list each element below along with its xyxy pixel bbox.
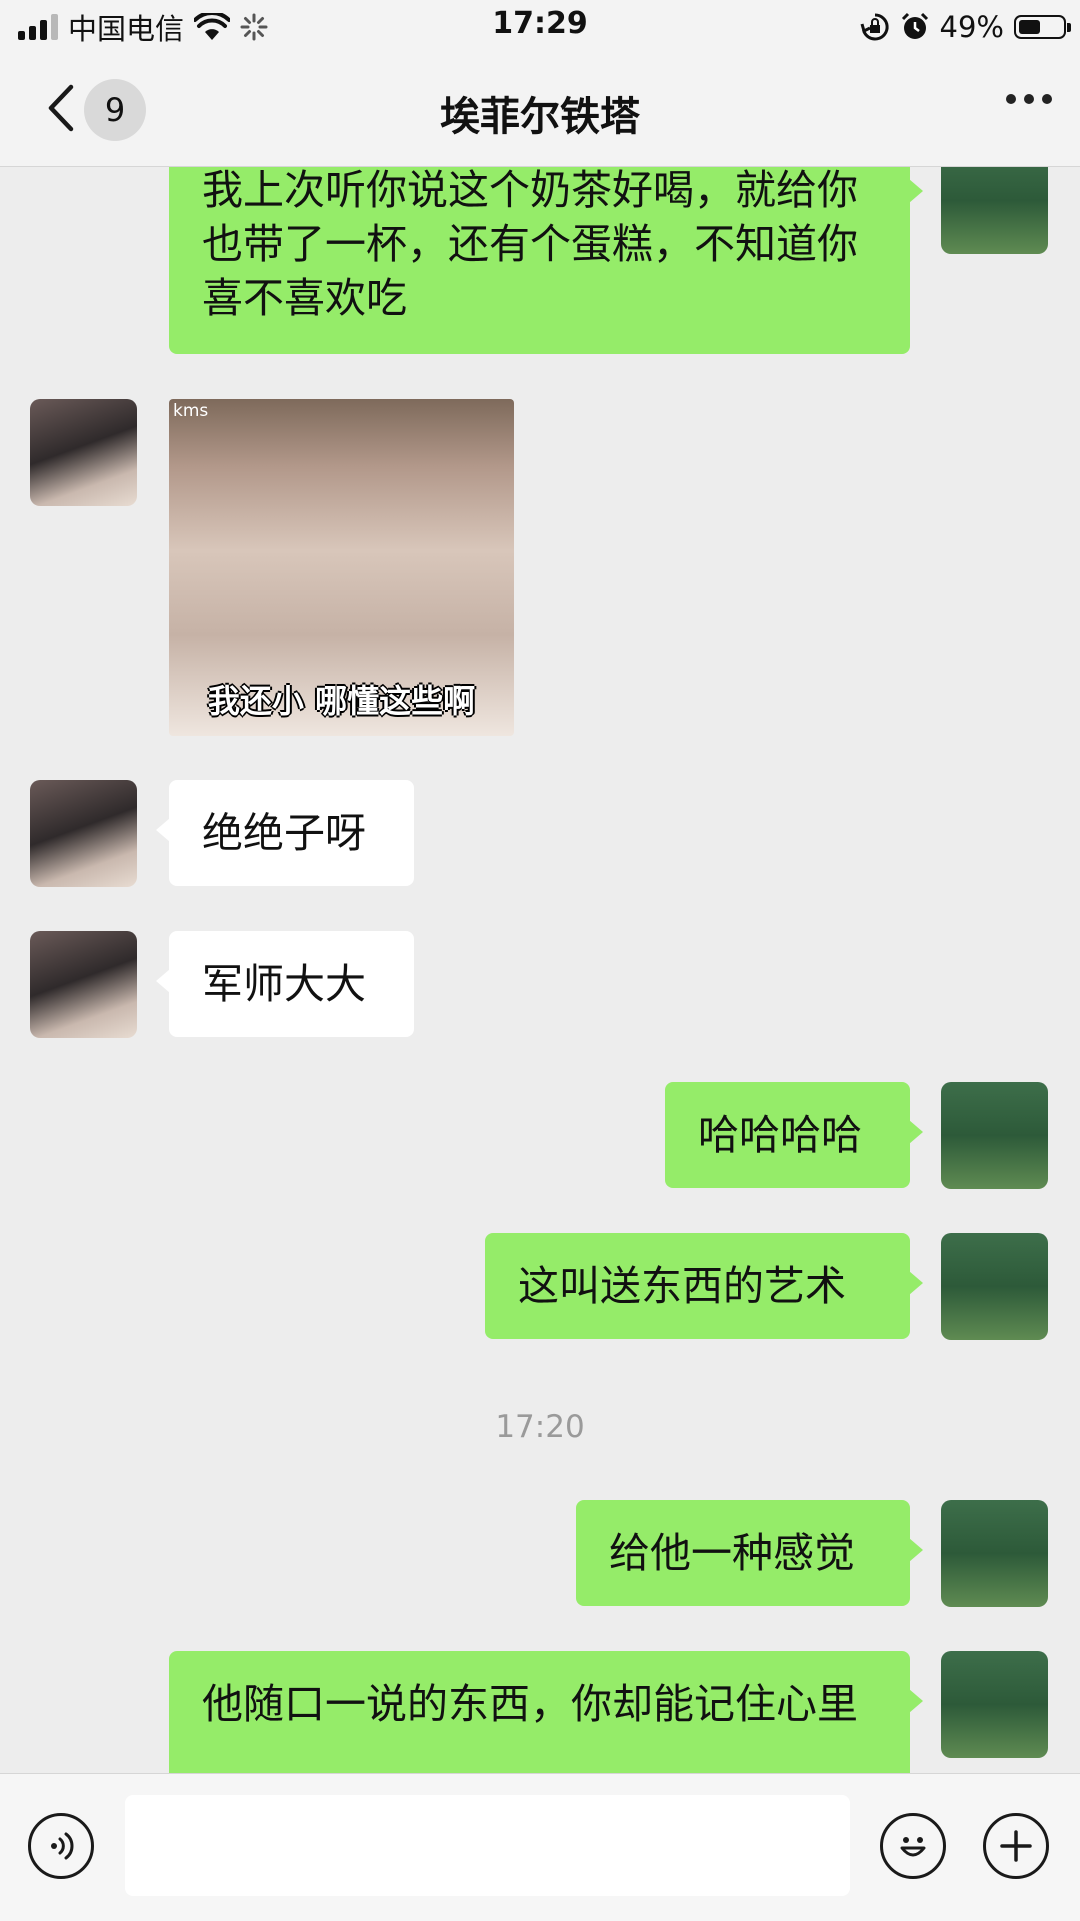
message-timestamp: 17:20 [495, 1409, 585, 1445]
contact-avatar[interactable] [30, 780, 137, 887]
more-button[interactable] [1006, 94, 1052, 104]
battery-percent: 49% [939, 10, 1004, 44]
message-bubble[interactable]: 这叫送东西的艺术 [485, 1233, 923, 1339]
sticker-caption: 我还小 哪懂这些啊 [207, 682, 476, 720]
self-avatar[interactable] [941, 167, 1048, 254]
chat-title: 埃菲尔铁塔 [440, 94, 640, 140]
input-bar [0, 1773, 1080, 1921]
emoji-icon [900, 1837, 926, 1857]
message-list[interactable]: 我上次听你说这个奶茶好喝，就给你也带了一杯，还有个蛋糕，不知道你喜不喜欢吃 km… [0, 167, 1080, 1773]
more-icon [1006, 94, 1016, 104]
self-avatar[interactable] [941, 1233, 1048, 1340]
message-bubble[interactable]: 给他一种感觉 [576, 1500, 923, 1606]
contact-avatar[interactable] [30, 399, 137, 506]
emoji-button[interactable] [880, 1813, 946, 1879]
alarm-icon [901, 12, 928, 39]
contact-avatar[interactable] [30, 931, 137, 1038]
rotation-lock-icon [860, 13, 889, 41]
self-avatar[interactable] [941, 1651, 1048, 1758]
battery-icon [1014, 15, 1071, 39]
plus-icon [1000, 1830, 1032, 1862]
message-bubble[interactable]: 哈哈哈哈 [665, 1082, 923, 1188]
message-bubble[interactable]: 绝绝子呀 [156, 780, 414, 886]
status-bar: 中国电信 17:29 49% [0, 0, 1080, 54]
status-right: 49% [860, 8, 1071, 46]
self-avatar[interactable] [941, 1082, 1048, 1189]
chat-header: 9 埃菲尔铁塔 [0, 54, 1080, 167]
message-bubble[interactable]: 他随口一说的东西，你却能记住心里 [169, 1651, 923, 1773]
voice-button[interactable] [28, 1813, 94, 1879]
message-bubble[interactable]: 军师大大 [156, 931, 414, 1037]
self-avatar[interactable] [941, 1500, 1048, 1607]
sticker-watermark: kms [173, 401, 209, 421]
sticker-image[interactable]: kms 我还小 哪懂这些啊 [169, 399, 514, 736]
message-input[interactable] [125, 1795, 850, 1896]
message-bubble[interactable]: 我上次听你说这个奶茶好喝，就给你也带了一杯，还有个蛋糕，不知道你喜不喜欢吃 [169, 167, 923, 354]
plus-button[interactable] [983, 1813, 1049, 1879]
voice-icon [51, 1832, 74, 1860]
